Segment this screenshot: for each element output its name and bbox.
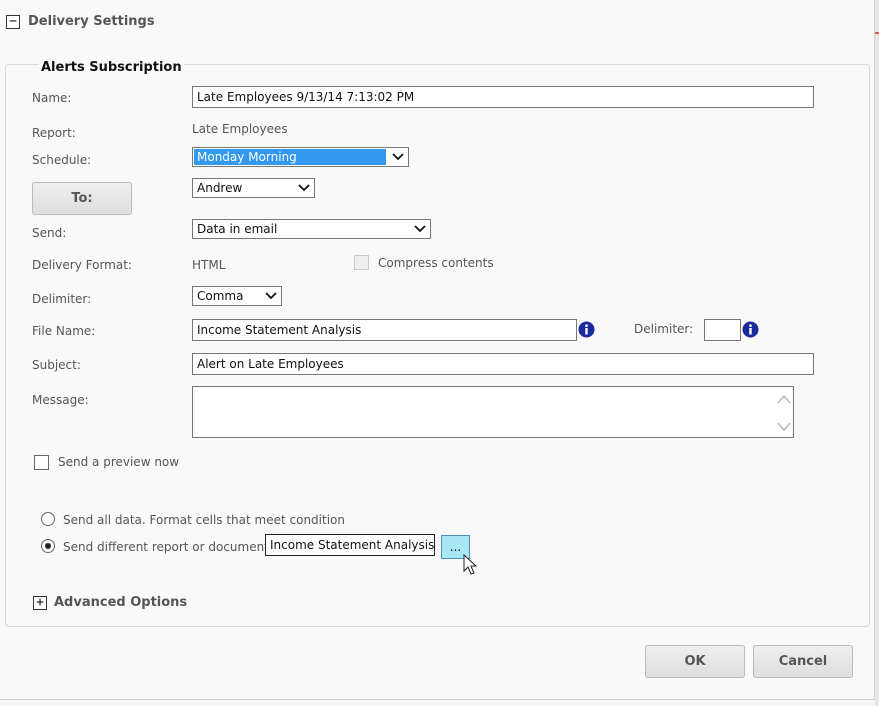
delivery-format-label: Delivery Format: bbox=[32, 258, 132, 272]
send-different-report-label: Send different report or document bbox=[63, 540, 269, 554]
edge-marker bbox=[875, 32, 879, 34]
compress-contents-checkbox[interactable] bbox=[354, 255, 369, 270]
recipient-selected-value: Andrew bbox=[197, 181, 243, 195]
alerts-subscription-legend: Alerts Subscription bbox=[39, 60, 184, 75]
window-right-edge bbox=[875, 0, 879, 706]
name-label: Name: bbox=[32, 91, 72, 105]
recipient-select[interactable]: Andrew bbox=[192, 178, 315, 198]
send-select[interactable]: Data in email bbox=[192, 219, 431, 239]
collapse-delivery-settings-icon[interactable]: − bbox=[6, 15, 20, 29]
chevron-down-icon bbox=[298, 184, 310, 192]
schedule-label: Schedule: bbox=[32, 153, 92, 167]
chevron-down-icon bbox=[265, 292, 277, 300]
send-different-report-radio[interactable] bbox=[41, 539, 55, 553]
chevron-down-icon bbox=[414, 225, 426, 233]
subject-input[interactable]: Alert on Late Employees bbox=[192, 353, 814, 375]
to-button[interactable]: To: bbox=[32, 182, 132, 215]
send-label: Send: bbox=[32, 226, 67, 240]
delivery-settings-dialog: − Delivery Settings Alerts Subscription … bbox=[0, 0, 875, 700]
report-label: Report: bbox=[32, 126, 76, 140]
delimiter-label: Delimiter: bbox=[32, 292, 92, 306]
send-preview-label: Send a preview now bbox=[58, 455, 180, 469]
delimiter-selected-value: Comma bbox=[197, 289, 244, 303]
delivery-settings-title: Delivery Settings bbox=[28, 14, 155, 29]
schedule-selected-value: Monday Morning bbox=[197, 150, 297, 164]
file-delimiter-input[interactable] bbox=[704, 319, 741, 341]
cancel-button[interactable]: Cancel bbox=[753, 645, 853, 678]
different-report-input[interactable]: Income Statement Analysis bbox=[265, 534, 435, 556]
send-selected-value: Data in email bbox=[197, 222, 278, 236]
delimiter-select[interactable]: Comma bbox=[192, 286, 282, 306]
subject-label: Subject: bbox=[32, 358, 81, 372]
compress-contents-label: Compress contents bbox=[378, 256, 494, 270]
message-textarea[interactable] bbox=[192, 386, 794, 438]
file-delimiter-label: Delimiter: bbox=[634, 322, 694, 336]
send-all-data-label: Send all data. Format cells that meet co… bbox=[63, 513, 345, 527]
mouse-pointer-icon bbox=[463, 554, 478, 575]
send-all-data-radio[interactable] bbox=[41, 512, 55, 526]
info-icon[interactable] bbox=[578, 321, 595, 338]
send-preview-checkbox[interactable] bbox=[34, 455, 49, 470]
ok-button[interactable]: OK bbox=[645, 645, 745, 678]
message-label: Message: bbox=[32, 393, 89, 407]
name-input[interactable]: Late Employees 9/13/14 7:13:02 PM bbox=[192, 86, 814, 108]
file-name-input[interactable]: Income Statement Analysis bbox=[192, 319, 577, 341]
expand-advanced-options-icon[interactable]: + bbox=[33, 596, 47, 610]
chevron-down-icon bbox=[392, 153, 404, 161]
textarea-scroll-arrows-icon[interactable] bbox=[777, 391, 791, 435]
report-value: Late Employees bbox=[192, 122, 288, 136]
schedule-select[interactable]: Monday Morning bbox=[192, 147, 409, 167]
file-name-label: File Name: bbox=[32, 324, 96, 338]
delivery-format-value: HTML bbox=[192, 258, 226, 272]
info-icon[interactable] bbox=[742, 321, 759, 338]
advanced-options-title[interactable]: Advanced Options bbox=[54, 595, 187, 610]
